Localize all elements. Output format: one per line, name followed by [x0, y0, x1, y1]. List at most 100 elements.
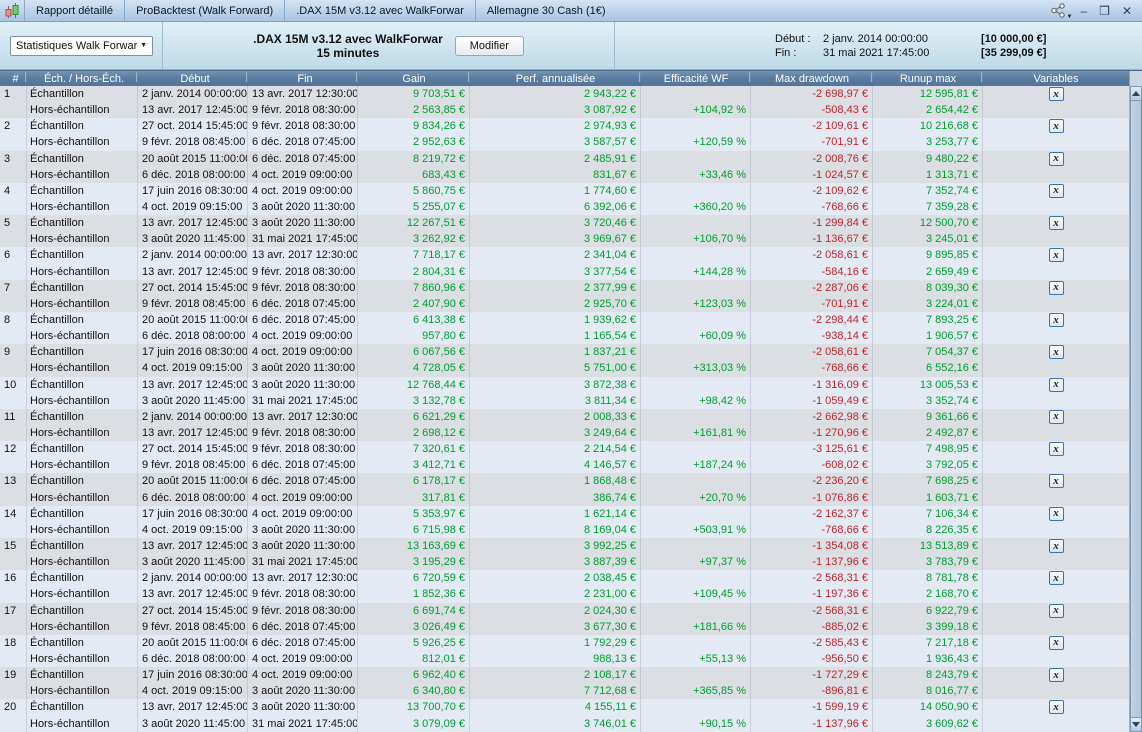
column-header-num[interactable]: #	[0, 71, 27, 87]
tab-probacktest-walk-forward[interactable]: ProBacktest (Walk Forward)	[124, 0, 284, 21]
variables-icon[interactable]: x	[1048, 668, 1064, 683]
perf-value: 2 108,17 €	[470, 667, 641, 684]
table-row[interactable]: Hors-échantillon 3 août 2020 11:45:00 31…	[0, 554, 1129, 571]
variables-icon[interactable]: x	[1048, 87, 1064, 102]
scrollbar-thumb[interactable]	[1130, 101, 1142, 717]
variables-icon[interactable]: x	[1048, 603, 1064, 618]
table-row[interactable]: 11 Échantillon 2 janv. 2014 00:00:00 13 …	[0, 408, 1129, 425]
start-date: 20 août 2015 11:00:00	[138, 311, 248, 329]
variables-icon[interactable]: x	[1048, 151, 1064, 166]
variables-icon[interactable]: x	[1048, 345, 1064, 360]
table-row[interactable]: 5 Échantillon 13 avr. 2017 12:45:00 3 ao…	[0, 215, 1129, 232]
table-row[interactable]: Hors-échantillon 6 déc. 2018 08:00:00 4 …	[0, 489, 1129, 506]
variables-icon[interactable]: x	[1048, 442, 1064, 457]
variables-icon[interactable]: x	[1048, 539, 1064, 553]
report-toolbar: Statistiques Walk Forward ▼ .DAX 15M v3.…	[0, 22, 1142, 70]
variables-icon[interactable]: x	[1048, 248, 1064, 263]
table-row[interactable]: 7 Échantillon 27 oct. 2014 15:45:00 9 fé…	[0, 279, 1129, 296]
scroll-down-button[interactable]	[1130, 717, 1142, 732]
table-row[interactable]: Hors-échantillon 4 oct. 2019 09:15:00 3 …	[0, 198, 1129, 216]
end-date: 6 déc. 2018 07:45:00	[248, 618, 358, 635]
column-header-sample[interactable]: Éch. / Hors-Éch.	[27, 71, 138, 87]
close-button[interactable]: ✕	[1122, 5, 1132, 17]
minimize-button[interactable]: –	[1080, 5, 1087, 17]
variables-icon[interactable]: x	[1048, 313, 1064, 328]
table-row[interactable]: Hors-échantillon 9 févr. 2018 08:45:00 6…	[0, 618, 1129, 635]
table-row[interactable]: 13 Échantillon 20 août 2015 11:00:00 6 d…	[0, 473, 1129, 490]
row-number: 1	[0, 86, 27, 103]
table-row[interactable]: Hors-échantillon 3 août 2020 11:45:00 31…	[0, 715, 1129, 732]
row-number: 11	[0, 408, 27, 425]
sample-type: Hors-échantillon	[27, 295, 138, 312]
column-header-perf[interactable]: Perf. annualisée	[470, 71, 641, 87]
variables-icon[interactable]: x	[1048, 216, 1064, 231]
table-row[interactable]: Hors-échantillon 13 avr. 2017 12:45:00 9…	[0, 586, 1129, 603]
variables-icon[interactable]: x	[1048, 700, 1064, 715]
variables-icon[interactable]: x	[1048, 571, 1064, 586]
perf-value: 1 621,14 €	[470, 505, 641, 522]
end-date: 4 oct. 2019 09:00:00	[248, 328, 358, 345]
sample-type: Échantillon	[27, 376, 138, 393]
table-row[interactable]: Hors-échantillon 3 août 2020 11:45:00 31…	[0, 392, 1129, 409]
table-row[interactable]: 8 Échantillon 20 août 2015 11:00:00 6 dé…	[0, 311, 1129, 329]
column-header-variables[interactable]: Variables	[983, 71, 1129, 87]
table-row[interactable]: Hors-échantillon 6 déc. 2018 08:00:00 4 …	[0, 650, 1129, 668]
start-date: 20 août 2015 11:00:00	[138, 473, 248, 490]
tab-rapport-detaille[interactable]: Rapport détaillé	[24, 0, 124, 21]
table-row[interactable]: 1 Échantillon 2 janv. 2014 00:00:00 13 a…	[0, 86, 1129, 103]
table-row[interactable]: Hors-échantillon 3 août 2020 11:45:00 31…	[0, 231, 1129, 248]
perf-value: 1 165,54 €	[470, 328, 641, 345]
variables-icon[interactable]: x	[1048, 183, 1064, 198]
table-row[interactable]: 15 Échantillon 13 avr. 2017 12:45:00 3 a…	[0, 537, 1129, 555]
table-row[interactable]: 20 Échantillon 13 avr. 2017 12:45:00 3 a…	[0, 699, 1129, 716]
gain-value: 7 718,17 €	[358, 247, 470, 264]
modify-button[interactable]: Modifier	[454, 35, 524, 56]
vertical-scrollbar[interactable]	[1129, 86, 1142, 732]
column-header-maxdrawdown[interactable]: Max drawdown	[751, 71, 873, 87]
stats-type-dropdown[interactable]: Statistiques Walk Forward ▼	[10, 35, 153, 56]
variables-icon[interactable]: x	[1048, 635, 1064, 650]
table-row[interactable]: Hors-échantillon 9 févr. 2018 08:45:00 6…	[0, 134, 1129, 151]
table-row[interactable]: Hors-échantillon 4 oct. 2019 09:15:00 3 …	[0, 683, 1129, 700]
row-number: 9	[0, 344, 27, 361]
tab-allemagne-30-cash[interactable]: Allemagne 30 Cash (1€)	[474, 0, 617, 21]
table-row[interactable]: 4 Échantillon 17 juin 2016 08:30:00 4 oc…	[0, 182, 1129, 199]
sample-type: Hors-échantillon	[27, 489, 138, 506]
table-row[interactable]: 18 Échantillon 20 août 2015 11:00:00 6 d…	[0, 634, 1129, 651]
scroll-up-button[interactable]	[1130, 86, 1142, 101]
table-row[interactable]: Hors-échantillon 13 avr. 2017 12:45:00 9…	[0, 263, 1129, 280]
period-end-label: Fin :	[775, 46, 797, 59]
variables-icon[interactable]: x	[1048, 409, 1064, 424]
variables-icon[interactable]: x	[1048, 474, 1064, 489]
tab-dax-15m[interactable]: .DAX 15M v3.12 avec WalkForwar	[284, 0, 475, 21]
variables-icon[interactable]: x	[1048, 377, 1064, 392]
table-row[interactable]: Hors-échantillon 4 oct. 2019 09:15:00 3 …	[0, 521, 1129, 538]
column-header-debut[interactable]: Début	[138, 71, 248, 87]
table-row[interactable]: 3 Échantillon 20 août 2015 11:00:00 6 dé…	[0, 150, 1129, 167]
variables-icon[interactable]: x	[1048, 280, 1064, 295]
table-row[interactable]: Hors-échantillon 6 déc. 2018 08:00:00 4 …	[0, 166, 1129, 183]
column-header-gain[interactable]: Gain	[358, 71, 470, 87]
column-header-fin[interactable]: Fin	[248, 71, 358, 87]
table-row[interactable]: Hors-échantillon 9 févr. 2018 08:45:00 6…	[0, 457, 1129, 474]
table-row[interactable]: Hors-échantillon 13 avr. 2017 12:45:00 9…	[0, 102, 1129, 119]
table-row[interactable]: 16 Échantillon 2 janv. 2014 00:00:00 13 …	[0, 570, 1129, 587]
variables-icon[interactable]: x	[1048, 119, 1064, 134]
table-row[interactable]: 6 Échantillon 2 janv. 2014 00:00:00 13 a…	[0, 247, 1129, 264]
table-row[interactable]: 9 Échantillon 17 juin 2016 08:30:00 4 oc…	[0, 344, 1129, 361]
table-row[interactable]: 12 Échantillon 27 oct. 2014 15:45:00 9 f…	[0, 441, 1129, 458]
table-row[interactable]: Hors-échantillon 6 déc. 2018 08:00:00 4 …	[0, 328, 1129, 345]
maximize-button[interactable]: ❒	[1099, 5, 1110, 17]
column-header-efficacite[interactable]: Efficacité WF	[641, 71, 751, 87]
share-button[interactable]: ▼	[1050, 3, 1072, 20]
table-row[interactable]: 10 Échantillon 13 avr. 2017 12:45:00 3 a…	[0, 376, 1129, 393]
table-row[interactable]: 2 Échantillon 27 oct. 2014 15:45:00 9 fé…	[0, 118, 1129, 135]
table-row[interactable]: Hors-échantillon 13 avr. 2017 12:45:00 9…	[0, 424, 1129, 442]
table-row[interactable]: 17 Échantillon 27 oct. 2014 15:45:00 9 f…	[0, 602, 1129, 619]
column-header-runup[interactable]: Runup max	[873, 71, 983, 87]
table-row[interactable]: 19 Échantillon 17 juin 2016 08:30:00 4 o…	[0, 667, 1129, 684]
table-row[interactable]: Hors-échantillon 4 oct. 2019 09:15:00 3 …	[0, 360, 1129, 377]
table-row[interactable]: Hors-échantillon 9 févr. 2018 08:45:00 6…	[0, 295, 1129, 312]
variables-icon[interactable]: x	[1048, 506, 1064, 521]
table-row[interactable]: 14 Échantillon 17 juin 2016 08:30:00 4 o…	[0, 505, 1129, 522]
